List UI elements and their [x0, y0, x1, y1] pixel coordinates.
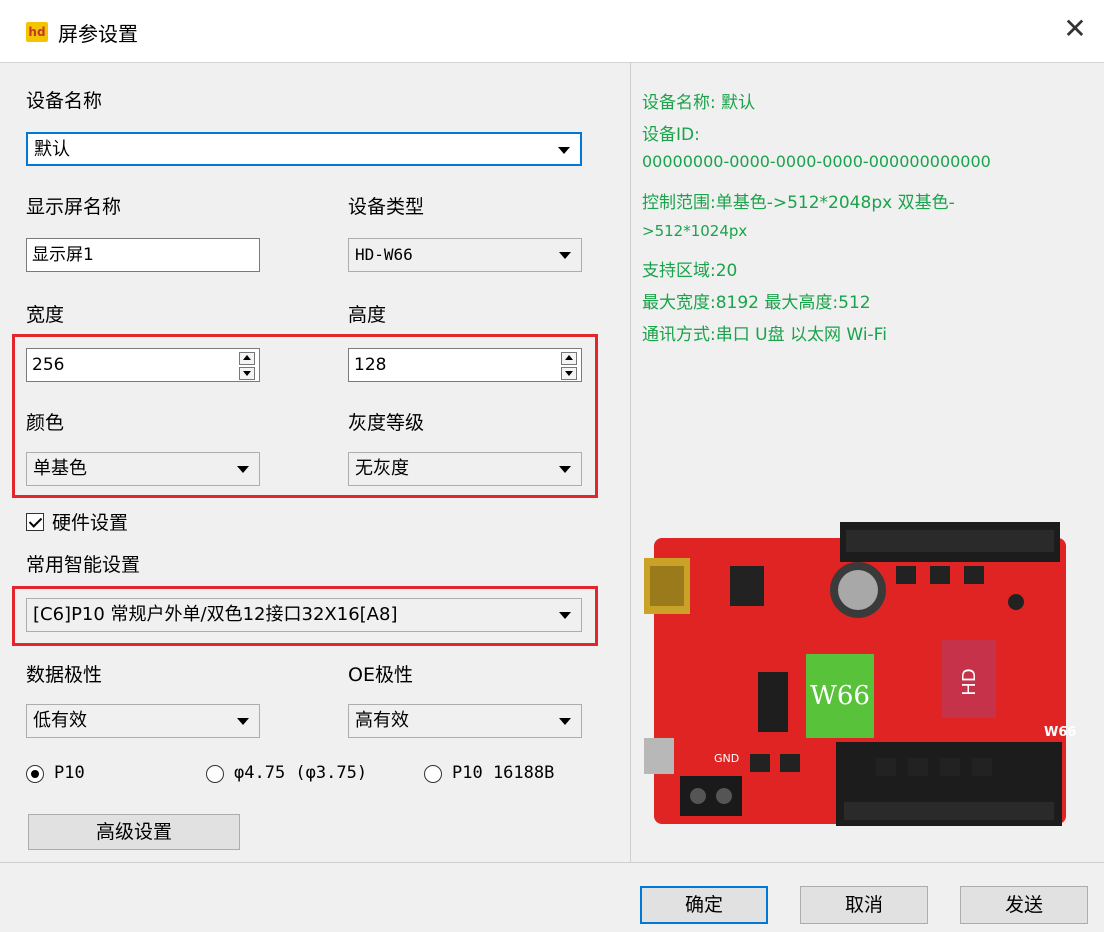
- smart-setting-value: [C6]P10 常规户外单/双色12接口32X16[A8]: [33, 604, 398, 625]
- ok-button[interactable]: 确定: [640, 886, 768, 924]
- device-name-select[interactable]: 默认: [26, 132, 582, 166]
- send-button[interactable]: 发送: [960, 886, 1088, 924]
- radio-p10[interactable]: [26, 765, 44, 783]
- info-device-id-label: 设备ID:: [642, 125, 700, 145]
- footer-divider: [0, 862, 1104, 863]
- smart-setting-label: 常用智能设置: [26, 554, 141, 576]
- radio-phi475[interactable]: [206, 765, 224, 783]
- screen-name-value: 显示屏1: [32, 245, 94, 265]
- panel-divider: [630, 62, 631, 862]
- board-edge-label: W66: [1044, 725, 1076, 740]
- board-chip-label: W66: [810, 681, 870, 711]
- radio-p10-16188b-label: P10 16188B: [452, 763, 555, 783]
- width-value: 256: [32, 355, 65, 375]
- data-polarity-select[interactable]: 低有效: [26, 704, 260, 738]
- info-control-range-cont: >512*1024px: [642, 222, 748, 240]
- device-type-label: 设备类型: [348, 196, 425, 218]
- width-label: 宽度: [26, 304, 65, 326]
- radio-p10-16188b[interactable]: [424, 765, 442, 783]
- color-label: 颜色: [26, 412, 65, 434]
- radio-phi475-label: φ4.75 (φ3.75): [234, 763, 368, 783]
- device-type-value: HD-W66: [355, 245, 413, 264]
- height-value: 128: [354, 355, 387, 375]
- data-polarity-value: 低有效: [33, 710, 87, 731]
- chevron-down-icon: [559, 252, 571, 259]
- color-select[interactable]: 单基色: [26, 452, 260, 486]
- spin-buttons[interactable]: [561, 352, 577, 380]
- hardware-checkbox[interactable]: [26, 513, 44, 531]
- info-device-name: 设备名称: 默认: [642, 93, 756, 113]
- chevron-down-icon: [559, 612, 571, 619]
- close-icon[interactable]: ✕: [1058, 12, 1092, 46]
- gray-level-value: 无灰度: [355, 458, 409, 479]
- cancel-button[interactable]: 取消: [800, 886, 928, 924]
- chevron-down-icon: [559, 466, 571, 473]
- gray-level-select[interactable]: 无灰度: [348, 452, 582, 486]
- device-type-select[interactable]: HD-W66: [348, 238, 582, 272]
- controller-board-image: W66 HD W66 GND: [644, 522, 1076, 826]
- info-max-size: 最大宽度:8192 最大高度:512: [642, 293, 871, 313]
- info-device-id: 00000000-0000-0000-0000-000000000000: [642, 152, 991, 171]
- title-bar: hd 屏参设置 ✕: [0, 0, 1104, 63]
- info-comm: 通讯方式:串口 U盘 以太网 Wi-Fi: [642, 325, 887, 345]
- app-logo-icon: hd: [26, 22, 48, 42]
- radio-p10-label: P10: [54, 763, 85, 783]
- advanced-settings-button[interactable]: 高级设置: [28, 814, 240, 850]
- window-title: 屏参设置: [58, 22, 138, 46]
- chevron-down-icon: [558, 147, 570, 154]
- spin-down-icon[interactable]: [561, 367, 577, 380]
- device-name-label: 设备名称: [26, 90, 103, 112]
- data-polarity-label: 数据极性: [26, 664, 103, 686]
- info-control-range: 控制范围:单基色->512*2048px 双基色-: [642, 193, 955, 213]
- spin-down-icon[interactable]: [239, 367, 255, 380]
- screen-name-input[interactable]: 显示屏1: [26, 238, 260, 272]
- oe-polarity-value: 高有效: [355, 710, 409, 731]
- spin-up-icon[interactable]: [561, 352, 577, 365]
- chevron-down-icon: [559, 718, 571, 725]
- color-value: 单基色: [33, 458, 87, 479]
- screen-name-label: 显示屏名称: [26, 196, 122, 218]
- info-regions: 支持区域:20: [642, 261, 738, 281]
- board-gnd-label: GND: [714, 752, 739, 765]
- height-label: 高度: [348, 304, 387, 326]
- board-brand-label: HD: [959, 668, 980, 695]
- spin-up-icon[interactable]: [239, 352, 255, 365]
- spin-buttons[interactable]: [239, 352, 255, 380]
- gray-level-label: 灰度等级: [348, 412, 425, 434]
- device-name-value: 默认: [34, 139, 70, 160]
- oe-polarity-label: OE极性: [348, 664, 413, 686]
- chevron-down-icon: [237, 718, 249, 725]
- oe-polarity-select[interactable]: 高有效: [348, 704, 582, 738]
- hardware-label: 硬件设置: [52, 512, 129, 534]
- height-stepper[interactable]: 128: [348, 348, 582, 382]
- smart-setting-select[interactable]: [C6]P10 常规户外单/双色12接口32X16[A8]: [26, 598, 582, 632]
- width-stepper[interactable]: 256: [26, 348, 260, 382]
- chevron-down-icon: [237, 466, 249, 473]
